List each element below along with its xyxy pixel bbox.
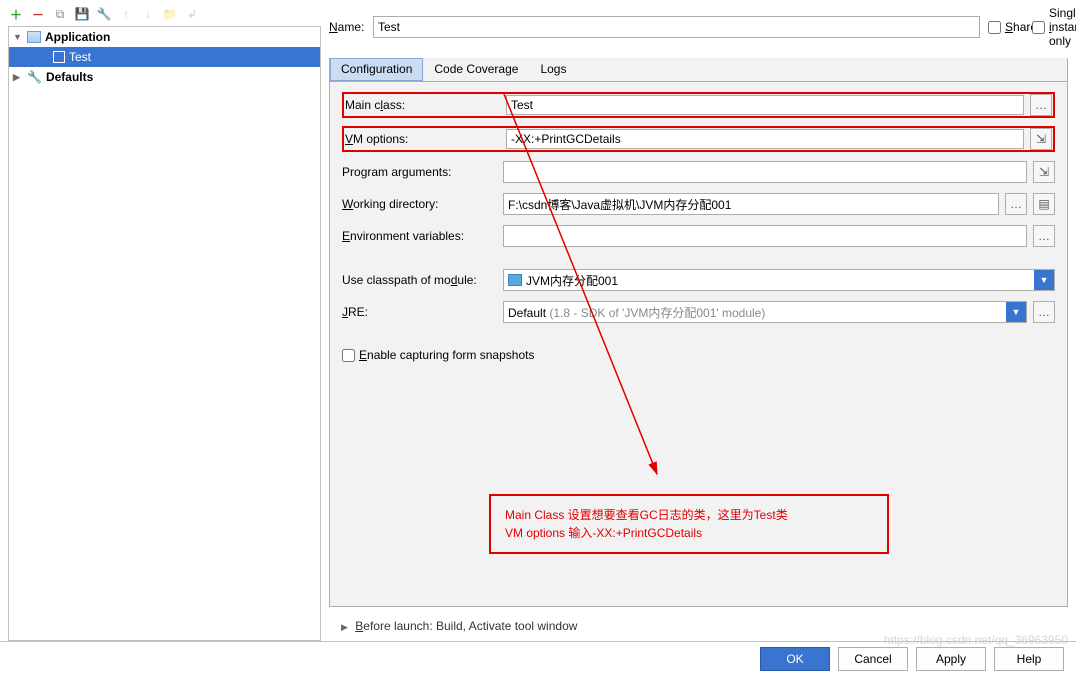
folder-icon[interactable]: 📁: [162, 6, 178, 22]
tab-logs[interactable]: Logs: [529, 58, 577, 81]
browse-jre-button[interactable]: …: [1033, 301, 1055, 323]
tree-item-test[interactable]: Test: [9, 47, 320, 67]
single-instance-checkbox[interactable]: Single instance only: [1032, 6, 1068, 48]
classpath-value: JVM内存分配001: [526, 272, 618, 289]
add-icon[interactable]: ＋: [8, 6, 24, 22]
up-icon: ↑: [118, 6, 134, 22]
env-vars-label: Environment variables:: [342, 229, 497, 243]
tree-app-label: Application: [45, 30, 110, 44]
collapse-icon[interactable]: ↲: [184, 6, 200, 22]
name-input[interactable]: [373, 16, 980, 38]
annotation-box: Main Class 设置想要查看GC日志的类，这里为Test类 VM opti…: [489, 494, 889, 554]
expand-program-args-button[interactable]: ⇲: [1033, 161, 1055, 183]
chevron-down-icon[interactable]: ▼: [1006, 302, 1026, 322]
working-dir-input[interactable]: [503, 193, 999, 215]
jre-value: Default (1.8 - SDK of 'JVM内存分配001' modul…: [508, 304, 765, 321]
chevron-down-icon[interactable]: ▼: [1034, 270, 1054, 290]
enable-snapshots-checkbox[interactable]: Enable capturing form snapshots: [342, 348, 1055, 362]
jre-combo[interactable]: Default (1.8 - SDK of 'JVM内存分配001' modul…: [503, 301, 1027, 323]
config-tree[interactable]: ▼ Application Test ▶ 🔧 Defaults: [8, 26, 321, 641]
vm-options-label: VM options:: [345, 132, 500, 146]
run-config-icon: [53, 51, 65, 63]
main-class-input[interactable]: [506, 95, 1024, 115]
main-class-highlight: Main class: …: [342, 92, 1055, 118]
browse-env-vars-button[interactable]: …: [1033, 225, 1055, 247]
application-icon: [27, 31, 41, 43]
config-toolbar: ＋ － ⧉ 💾 🔧 ↑ ↓ 📁 ↲: [8, 4, 321, 26]
jre-label: JRE:: [342, 305, 497, 319]
wrench-icon[interactable]: 🔧: [96, 6, 112, 22]
ok-button[interactable]: OK: [760, 647, 830, 671]
tab-code-coverage[interactable]: Code Coverage: [423, 58, 529, 81]
help-button[interactable]: Help: [994, 647, 1064, 671]
copy-icon[interactable]: ⧉: [52, 6, 68, 22]
working-dir-label: Working directory:: [342, 197, 497, 211]
classpath-combo[interactable]: JVM内存分配001 ▼: [503, 269, 1055, 291]
annotation-line2: VM options 输入-XX:+PrintGCDetails: [505, 524, 873, 542]
vm-options-input[interactable]: [506, 129, 1024, 149]
expand-vm-options-button[interactable]: ⇲: [1030, 128, 1052, 150]
expand-arrow-icon[interactable]: ▼: [13, 32, 23, 42]
annotation-line1: Main Class 设置想要查看GC日志的类，这里为Test类: [505, 506, 873, 524]
browse-main-class-button[interactable]: …: [1030, 94, 1052, 116]
browse-working-dir-button[interactable]: …: [1005, 193, 1027, 215]
name-label: Name:: [329, 20, 365, 34]
config-tabs: Configuration Code Coverage Logs: [330, 58, 1067, 82]
program-args-input[interactable]: [503, 161, 1027, 183]
classpath-label: Use classpath of module:: [342, 273, 497, 287]
module-icon: [508, 274, 522, 286]
before-launch-label: Before launch: Build, Activate tool wind…: [355, 619, 577, 633]
share-checkbox[interactable]: Share: [988, 20, 1024, 34]
tree-defaults-label: Defaults: [46, 70, 93, 84]
cancel-button[interactable]: Cancel: [838, 647, 908, 671]
macro-working-dir-button[interactable]: ▤: [1033, 193, 1055, 215]
tree-application-node[interactable]: ▼ Application: [9, 27, 320, 47]
tab-configuration[interactable]: Configuration: [330, 58, 423, 81]
wrench-icon: 🔧: [27, 70, 42, 84]
save-icon[interactable]: 💾: [74, 6, 90, 22]
program-args-label: Program arguments:: [342, 165, 497, 179]
watermark-text: https://blog.csdn.net/qq_36963950: [884, 633, 1068, 647]
expand-arrow-icon[interactable]: ▶: [13, 72, 23, 83]
main-class-label: Main class:: [345, 98, 500, 112]
env-vars-input[interactable]: [503, 225, 1027, 247]
apply-button[interactable]: Apply: [916, 647, 986, 671]
vm-options-highlight: VM options: ⇲: [342, 126, 1055, 152]
tree-item-label: Test: [69, 50, 91, 64]
expand-arrow-icon[interactable]: ▶: [341, 622, 348, 632]
tree-defaults-node[interactable]: ▶ 🔧 Defaults: [9, 67, 320, 87]
remove-icon[interactable]: －: [30, 6, 46, 22]
down-icon: ↓: [140, 6, 156, 22]
